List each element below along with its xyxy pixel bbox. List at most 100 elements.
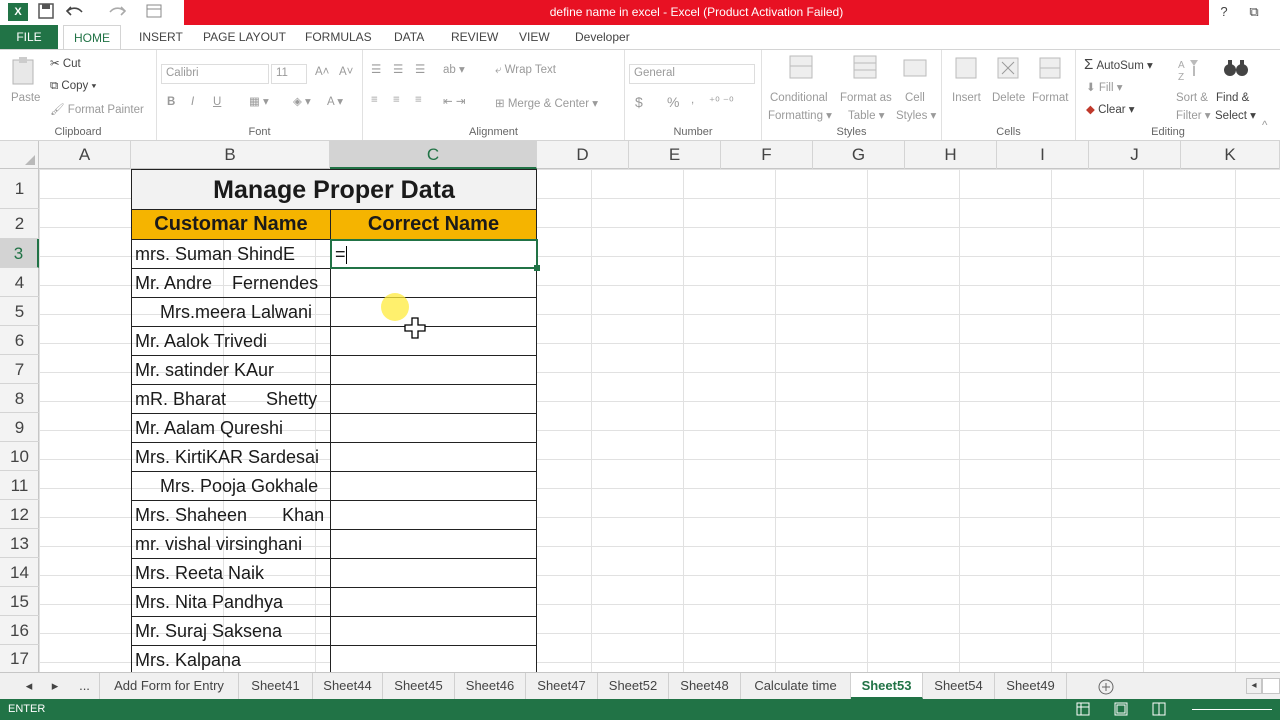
scroll-prev-sheet-icon[interactable]: ◂ <box>18 673 40 699</box>
horizontal-scrollbar[interactable] <box>1262 678 1280 694</box>
correct-name-cell[interactable] <box>330 442 537 472</box>
column-header-b[interactable]: B <box>131 141 330 169</box>
tab-file[interactable]: FILE <box>0 25 58 49</box>
decrease-font-icon[interactable]: A˅ <box>339 66 353 78</box>
row-header-17[interactable]: 17 <box>0 645 39 672</box>
copy-button[interactable]: ⧉ Copy ▾ <box>50 80 96 93</box>
column-header-f[interactable]: F <box>721 141 813 169</box>
name-cell[interactable]: Mr. satinder KAur <box>131 355 331 385</box>
select-all-corner[interactable] <box>0 141 39 169</box>
conditional-formatting-button[interactable]: Conditional <box>770 92 828 104</box>
correct-name-cell[interactable] <box>330 587 537 617</box>
correct-name-cell[interactable] <box>330 529 537 559</box>
name-cell[interactable]: Mr. Aalam Qureshi <box>131 413 331 443</box>
sheet-tab[interactable]: Sheet48 <box>669 673 741 699</box>
align-bottom-icon[interactable]: ☰ <box>415 62 425 76</box>
help-button[interactable]: ? <box>1212 2 1236 22</box>
sheet-tab[interactable]: Sheet41 <box>239 673 313 699</box>
sheet-tab[interactable]: Sheet54 <box>923 673 995 699</box>
name-cell[interactable]: mR. Bharat Shetty <box>131 384 331 414</box>
customize-qat-icon[interactable] <box>146 3 164 21</box>
align-left-icon[interactable]: ≡ <box>371 94 378 106</box>
row-header-16[interactable]: 16 <box>0 616 39 645</box>
sheet-tab[interactable]: Sheet52 <box>598 673 669 699</box>
increase-font-icon[interactable]: A˄ <box>315 66 329 78</box>
column-header-d[interactable]: D <box>537 141 629 169</box>
sheet-tab-active[interactable]: Sheet53 <box>851 673 923 699</box>
orientation-icon[interactable]: ab ▾ <box>443 62 465 76</box>
active-cell-editor[interactable]: = <box>330 239 538 269</box>
row-header-5[interactable]: 5 <box>0 297 39 326</box>
column-header-g[interactable]: G <box>813 141 905 169</box>
borders-icon[interactable]: ▦ ▾ <box>249 94 269 108</box>
fill-button[interactable]: ⬇ Fill ▾ <box>1086 80 1123 94</box>
insert-cells-button[interactable]: Insert <box>952 92 981 104</box>
indent-icon[interactable]: ⇤ ⇥ <box>443 94 465 108</box>
name-cell[interactable]: Mrs. Reeta Naik <box>131 558 331 588</box>
row-header-9[interactable]: 9 <box>0 413 39 442</box>
align-top-icon[interactable]: ☰ <box>371 62 381 76</box>
align-center-icon[interactable]: ≡ <box>393 94 400 106</box>
number-format-select[interactable]: General <box>629 64 755 84</box>
percent-button[interactable]: % <box>667 94 679 110</box>
row-header-14[interactable]: 14 <box>0 558 39 587</box>
row-header-3[interactable]: 3 <box>0 239 39 268</box>
correct-name-cell[interactable] <box>330 471 537 501</box>
decimal-icon[interactable]: ⁺⁰ ⁻⁰ <box>709 94 734 108</box>
currency-button[interactable]: $ <box>635 94 643 110</box>
save-icon[interactable] <box>38 3 54 21</box>
correct-name-cell[interactable] <box>330 413 537 443</box>
tab-view[interactable]: VIEW <box>509 25 560 49</box>
sheet-tab[interactable]: Sheet44 <box>313 673 383 699</box>
italic-button[interactable]: I <box>191 96 194 108</box>
column-header-h[interactable]: H <box>905 141 997 169</box>
sheet-title-cell[interactable]: Manage Proper Data <box>131 169 537 210</box>
correct-name-cell[interactable] <box>330 268 537 298</box>
tab-data[interactable]: DATA <box>384 25 434 49</box>
bold-button[interactable]: B <box>167 96 175 108</box>
correct-name-cell[interactable] <box>330 297 537 327</box>
align-right-icon[interactable]: ≡ <box>415 94 422 106</box>
column-header-a[interactable]: A <box>39 141 131 169</box>
row-header-7[interactable]: 7 <box>0 355 39 384</box>
fill-color-icon[interactable]: ◈ ▾ <box>293 94 311 108</box>
correct-name-cell[interactable] <box>330 558 537 588</box>
find-select-button[interactable]: Find & <box>1216 92 1249 104</box>
find-select-icon[interactable] <box>1222 56 1250 85</box>
paste-icon[interactable] <box>10 56 38 91</box>
undo-icon[interactable] <box>65 3 86 21</box>
font-size-select[interactable]: 11 <box>271 64 307 84</box>
name-cell[interactable]: mrs. Suman ShindE <box>131 239 331 269</box>
sort-filter-button[interactable]: Sort & <box>1176 92 1208 104</box>
name-cell[interactable]: Mrs. Shaheen Khan <box>131 500 331 530</box>
comma-style-icon[interactable]: , <box>691 94 694 106</box>
insert-cells-icon[interactable] <box>954 56 980 85</box>
excel-app-icon[interactable]: X <box>8 3 28 21</box>
column-header-k[interactable]: K <box>1181 141 1280 169</box>
delete-cells-button[interactable]: Delete <box>992 92 1025 104</box>
format-as-table-button[interactable]: Format as <box>840 92 892 104</box>
delete-cells-icon[interactable] <box>996 56 1022 85</box>
correct-name-cell[interactable] <box>330 384 537 414</box>
correct-name-cell[interactable] <box>330 645 537 672</box>
tab-home[interactable]: HOME <box>63 25 121 50</box>
row-header-1[interactable]: 1 <box>0 169 39 209</box>
restore-button[interactable]: ⧉ <box>1242 2 1266 22</box>
font-name-select[interactable]: Calibri <box>161 64 269 84</box>
row-header-15[interactable]: 15 <box>0 587 39 616</box>
format-cells-icon[interactable] <box>1038 56 1064 85</box>
tab-formulas[interactable]: FORMULAS <box>295 25 382 49</box>
redo-icon[interactable] <box>106 3 127 21</box>
row-header-12[interactable]: 12 <box>0 500 39 529</box>
wrap-text-button[interactable]: ⤶ Wrap Text <box>495 64 556 77</box>
column-header-i[interactable]: I <box>997 141 1089 169</box>
row-header-4[interactable]: 4 <box>0 268 39 297</box>
sort-filter-icon[interactable]: AZ <box>1176 56 1200 85</box>
paste-button[interactable]: Paste <box>11 92 40 104</box>
tab-review[interactable]: REVIEW <box>441 25 508 49</box>
format-cells-button[interactable]: Format <box>1032 92 1068 104</box>
sheet-tab[interactable]: Add Form for Entry <box>100 673 239 699</box>
collapse-ribbon-icon[interactable]: ^ <box>1262 120 1267 132</box>
row-header-6[interactable]: 6 <box>0 326 39 355</box>
cell-styles-icon[interactable] <box>902 54 930 85</box>
